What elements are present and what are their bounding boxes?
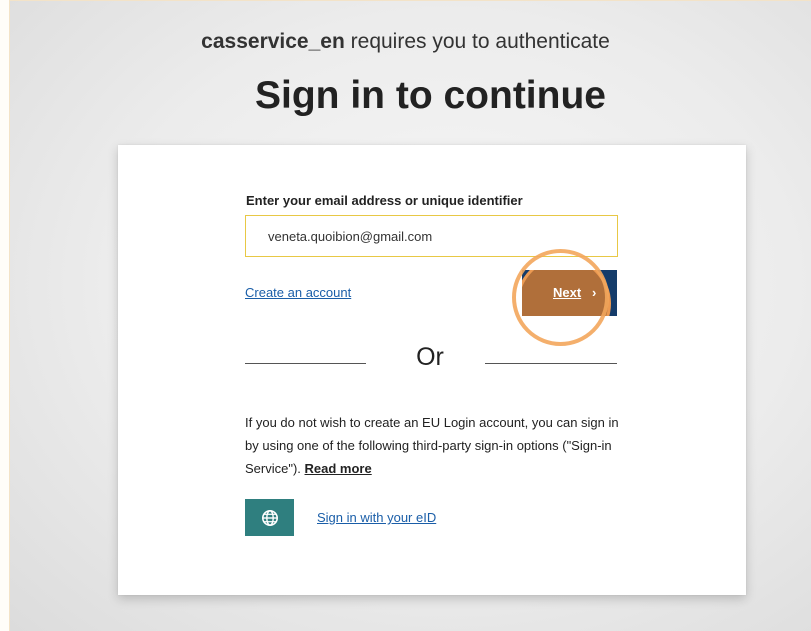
eid-sign-in-link[interactable]: Sign in with your eID <box>317 510 436 525</box>
or-separator: Or <box>416 343 444 371</box>
globe-icon-svg <box>261 509 278 526</box>
requires-text: requires you to authenticate <box>344 30 610 53</box>
service-name: casservice_en <box>201 30 345 53</box>
third-party-info: If you do not wish to create an EU Login… <box>245 411 625 480</box>
divider-right <box>485 363 617 364</box>
email-label: Enter your email address or unique ident… <box>246 193 523 208</box>
email-input[interactable] <box>245 215 618 257</box>
next-button[interactable]: Next › <box>522 270 617 316</box>
globe-icon[interactable] <box>245 499 294 536</box>
auth-requirement-text: casservice_en requires you to authentica… <box>0 30 811 54</box>
sign-in-card: Enter your email address or unique ident… <box>118 145 746 595</box>
chevron-right-icon: › <box>592 285 597 300</box>
next-label: Next <box>553 285 582 300</box>
create-account-link[interactable]: Create an account <box>245 285 351 300</box>
third-party-info-text: If you do not wish to create an EU Login… <box>245 415 619 476</box>
read-more-link[interactable]: Read more <box>305 461 372 476</box>
page-title: Sign in to continue <box>255 74 606 117</box>
